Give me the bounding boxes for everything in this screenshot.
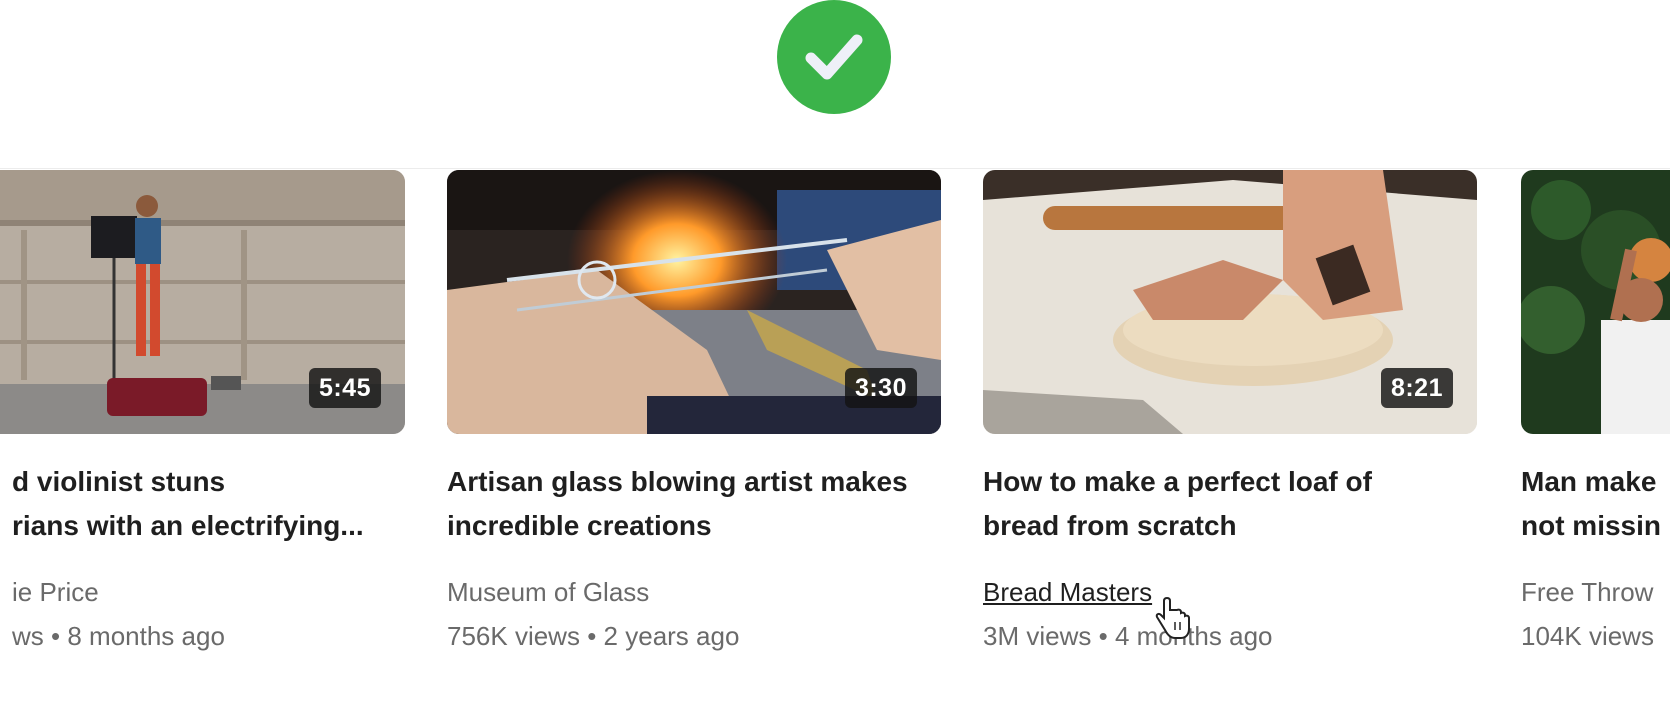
hand-pointer-icon bbox=[1155, 596, 1190, 639]
channel-name[interactable]: Bread Masters bbox=[983, 576, 1152, 608]
video-title[interactable]: Man make not missin bbox=[1521, 460, 1670, 548]
checkmark-icon bbox=[805, 34, 863, 80]
video-thumbnail[interactable]: 8:21 bbox=[983, 170, 1477, 434]
video-card[interactable]: 3:30 Artisan glass blowing artist makes … bbox=[447, 170, 941, 690]
video-row: 5:45 d violinist stuns rians with an ele… bbox=[0, 170, 1670, 714]
video-duration: 5:45 bbox=[308, 368, 381, 408]
video-duration: 3:30 bbox=[844, 368, 917, 408]
video-card[interactable]: Man make not missin Free Throw 104K view… bbox=[1521, 170, 1670, 690]
divider bbox=[0, 168, 1670, 169]
video-meta: 756K views • 2 years ago bbox=[447, 621, 740, 651]
video-thumbnail[interactable]: 3:30 bbox=[447, 170, 941, 434]
channel-name[interactable]: ie Price bbox=[12, 576, 99, 608]
basketball-thumbnail bbox=[1521, 170, 1670, 434]
video-meta: 3M views • 4 months ago bbox=[983, 621, 1273, 651]
video-duration: 8:21 bbox=[1380, 368, 1453, 408]
video-title[interactable]: d violinist stuns rians with an electrif… bbox=[0, 460, 405, 548]
video-title[interactable]: How to make a perfect loaf of bread from… bbox=[983, 460, 1477, 548]
video-thumbnail[interactable] bbox=[1521, 170, 1670, 434]
channel-name[interactable]: Free Throw bbox=[1521, 576, 1653, 608]
channel-name[interactable]: Museum of Glass bbox=[447, 576, 649, 608]
video-card[interactable]: 5:45 d violinist stuns rians with an ele… bbox=[0, 170, 405, 690]
video-title[interactable]: Artisan glass blowing artist makes incre… bbox=[447, 460, 941, 548]
video-thumbnail[interactable]: 5:45 bbox=[0, 170, 405, 434]
video-card[interactable]: 8:21 How to make a perfect loaf of bread… bbox=[983, 170, 1477, 690]
video-meta: 104K views bbox=[1521, 621, 1654, 651]
success-check-badge bbox=[777, 0, 891, 114]
video-meta: ws • 8 months ago bbox=[12, 621, 225, 651]
